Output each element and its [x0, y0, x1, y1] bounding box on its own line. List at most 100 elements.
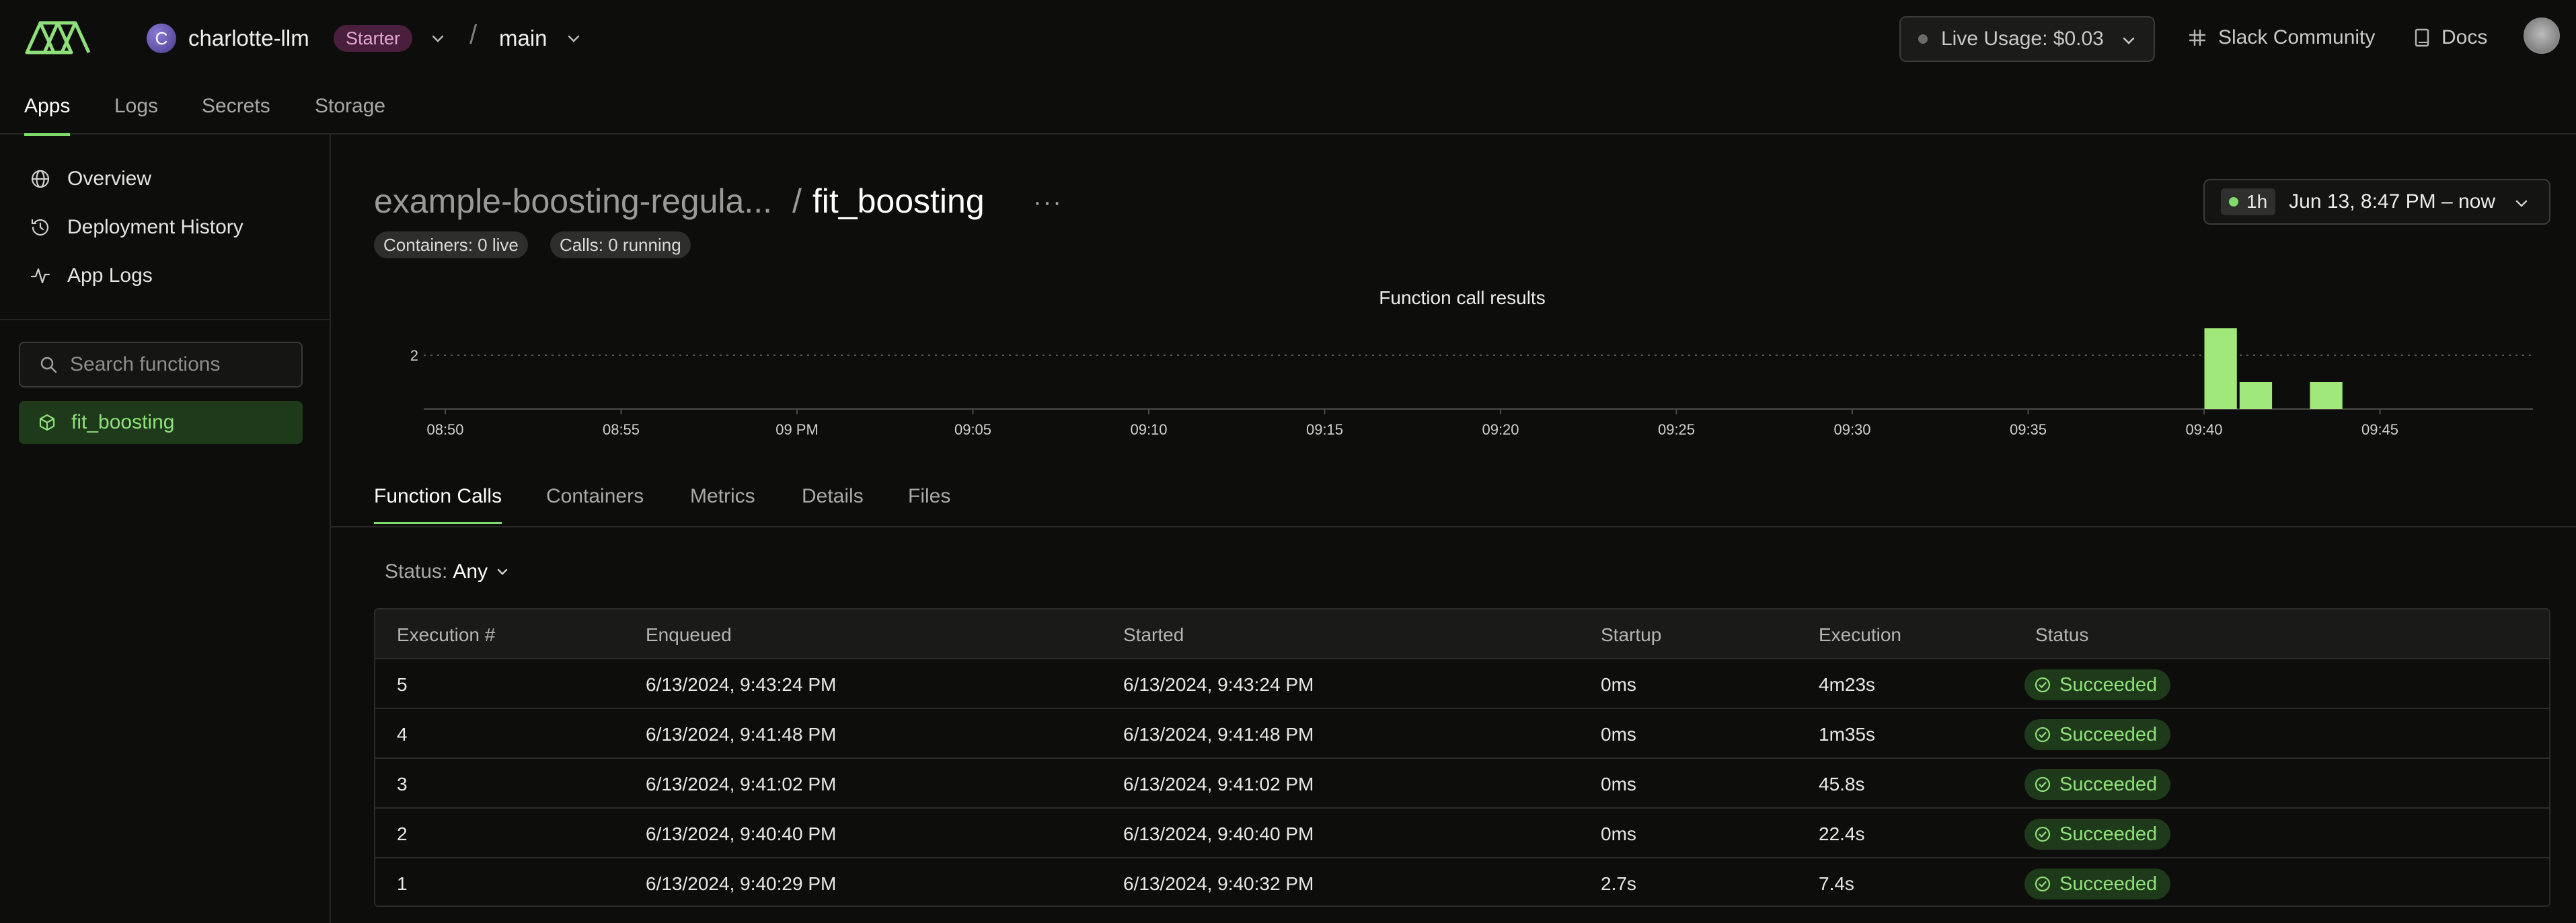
function-subtabs: Function Calls Containers Metrics Detail… [331, 474, 2576, 527]
x-ticks: 08:50 08:55 09 PM 09:05 09:10 09:15 09:20 09:25… [426, 409, 2398, 438]
execution-duration: 7.4s [1819, 873, 1854, 894]
live-dot-icon [2229, 197, 2238, 207]
status-badge: Succeeded [2024, 869, 2171, 899]
x-tick-label: 09:25 [1658, 421, 1695, 438]
book-icon [2415, 28, 2429, 47]
chevron-down-icon [497, 568, 508, 575]
table-row[interactable]: 3 6/13/2024, 9:41:02 PM 6/13/2024, 9:41:… [375, 759, 2549, 809]
range-text: Jun 13, 8:47 PM – now [2289, 190, 2496, 213]
execution-duration: 45.8s [1819, 774, 1865, 795]
x-tick-label: 09:05 [954, 421, 991, 438]
status-label: Succeeded [2059, 723, 2158, 745]
docs-link[interactable]: Docs [2413, 24, 2487, 51]
workspace-name[interactable]: charlotte-llm [188, 24, 309, 53]
status-filter[interactable]: Status: Any [385, 558, 509, 585]
check-circle-icon [2035, 826, 2051, 842]
docs-label: Docs [2441, 26, 2488, 48]
enqueued-time: 6/13/2024, 9:40:40 PM [646, 823, 837, 844]
top-bar: C charlotte-llm Starter / main Live Usag… [0, 0, 2576, 78]
range-chip-label: 1h [2246, 191, 2268, 212]
workspace-chevron-down-icon[interactable] [430, 31, 445, 46]
cube-icon [39, 414, 55, 431]
enqueued-time: 6/13/2024, 9:41:02 PM [646, 774, 837, 795]
table-row[interactable]: 4 6/13/2024, 9:41:48 PM 6/13/2024, 9:41:… [375, 709, 2549, 759]
table-row[interactable]: 5 6/13/2024, 9:43:24 PM 6/13/2024, 9:43:… [375, 659, 2549, 709]
check-circle-icon [2035, 727, 2051, 743]
app-name-link[interactable]: example-boosting-regula... [374, 182, 772, 220]
startup-duration: 2.7s [1601, 873, 1636, 894]
sidebar-item-label: Deployment History [67, 216, 243, 238]
chart-bar[interactable] [2204, 328, 2237, 409]
column-header[interactable]: Status [2035, 622, 2088, 649]
sidebar-item-overview[interactable]: Overview [30, 165, 151, 192]
execution-number: 1 [397, 873, 408, 894]
chart-bar[interactable] [2239, 382, 2273, 409]
nav-tab-logs[interactable]: Logs [114, 91, 158, 121]
search-functions-input[interactable] [70, 353, 292, 376]
startup-duration: 0ms [1601, 823, 1636, 844]
check-circle-icon [2035, 776, 2051, 792]
search-functions-box[interactable] [19, 342, 303, 387]
calls-pill: Calls: 0 running [550, 231, 691, 258]
live-usage-button[interactable]: Live Usage: $0.03 [1899, 16, 2155, 62]
x-tick-label: 09:40 [2185, 421, 2222, 438]
column-header[interactable]: Startup [1601, 622, 1661, 649]
tab-metrics[interactable]: Metrics [690, 482, 755, 511]
x-tick-label: 09:10 [1130, 421, 1167, 438]
workspace-avatar[interactable]: C [147, 24, 176, 53]
sidebar-divider [0, 319, 330, 320]
tab-details[interactable]: Details [802, 482, 864, 511]
sidebar-item-app-logs[interactable]: App Logs [30, 262, 153, 289]
execution-number: 5 [397, 674, 408, 695]
modal-logo-icon[interactable] [24, 17, 91, 58]
x-tick-label: 09:15 [1306, 421, 1343, 438]
started-time: 6/13/2024, 9:43:24 PM [1123, 674, 1314, 695]
execution-duration: 4m23s [1819, 674, 1876, 695]
time-range-picker[interactable]: 1h Jun 13, 8:47 PM – now [2203, 179, 2550, 225]
nav-tab-apps[interactable]: Apps [24, 91, 71, 136]
tab-containers[interactable]: Containers [546, 482, 644, 511]
range-chip: 1h [2221, 188, 2276, 215]
enqueued-time: 6/13/2024, 9:41:48 PM [646, 724, 837, 745]
sidebar-item-label: Overview [67, 168, 152, 190]
more-options-icon[interactable]: ··· [1033, 188, 1063, 217]
function-calls-table: Execution # Enqueued Started Startup Exe… [374, 608, 2550, 907]
slack-community-label: Slack Community [2218, 26, 2376, 48]
started-time: 6/13/2024, 9:41:48 PM [1123, 724, 1314, 745]
slack-community-link[interactable]: Slack Community [2187, 24, 2375, 51]
enqueued-time: 6/13/2024, 9:43:24 PM [646, 674, 837, 695]
usage-status-dot-icon [1918, 34, 1928, 44]
nav-tab-storage[interactable]: Storage [315, 91, 385, 121]
column-header[interactable]: Execution [1819, 622, 1901, 649]
status-filter-value: Any [453, 560, 488, 583]
environment-name[interactable]: main [499, 24, 547, 53]
tab-function-calls[interactable]: Function Calls [374, 482, 502, 524]
column-header[interactable]: Started [1123, 622, 1184, 649]
globe-icon [31, 170, 50, 188]
x-tick-label: 09:30 [1833, 421, 1870, 438]
tab-files[interactable]: Files [908, 482, 950, 511]
startup-duration: 0ms [1601, 674, 1636, 695]
table-header: Execution # Enqueued Started Startup Exe… [375, 610, 2549, 659]
function-item-fit-boosting[interactable]: fit_boosting [19, 401, 303, 444]
chart-bar[interactable] [2310, 382, 2343, 409]
table-row[interactable]: 1 6/13/2024, 9:40:29 PM 6/13/2024, 9:40:… [375, 858, 2549, 906]
chart-title: Function call results [1379, 287, 1545, 308]
slack-icon [2189, 29, 2206, 46]
environment-chevron-down-icon[interactable] [566, 31, 581, 46]
status-filter-label: Status: [385, 560, 448, 583]
sidebar-item-deployment-history[interactable]: Deployment History [30, 214, 243, 241]
user-avatar[interactable] [2524, 17, 2560, 54]
column-header[interactable]: Execution # [397, 622, 495, 649]
check-circle-icon [2035, 876, 2051, 892]
check-circle-icon [2035, 677, 2051, 693]
page-title: example-boosting-regula... / fit_boosting [374, 178, 985, 225]
execution-number: 2 [397, 823, 408, 844]
status-badge: Succeeded [2024, 719, 2171, 750]
column-header[interactable]: Enqueued [646, 622, 732, 649]
breadcrumb-separator: / [469, 20, 478, 50]
nav-tab-secrets[interactable]: Secrets [202, 91, 270, 121]
table-row[interactable]: 2 6/13/2024, 9:40:40 PM 6/13/2024, 9:40:… [375, 809, 2549, 858]
status-label: Succeeded [2059, 673, 2158, 696]
main-nav: Apps Logs Secrets Storage [0, 78, 2576, 136]
